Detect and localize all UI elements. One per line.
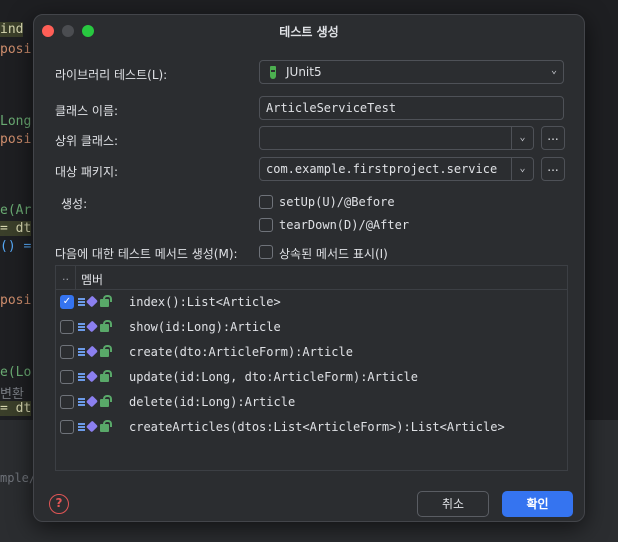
members-table: .. 멤버 ✓ index():List<Article> show(id:Lo… [55, 265, 568, 471]
code-fragment: () = [0, 239, 32, 254]
junit-icon [270, 66, 276, 79]
code-fragment: posi [0, 132, 32, 147]
method-lines-icon [78, 348, 85, 356]
method-signature: update(id:Long, dto:ArticleForm):Article [129, 370, 418, 384]
method-signature: create(dto:ArticleForm):Article [129, 345, 353, 359]
row-checkbox[interactable] [60, 320, 74, 334]
superclass-browse-button[interactable]: ... [541, 126, 565, 150]
package-value: com.example.firstproject.service [266, 162, 498, 176]
class-name-value: ArticleServiceTest [266, 101, 397, 115]
table-row[interactable]: create(dto:ArticleForm):Article [56, 340, 567, 365]
public-lock-icon [100, 395, 112, 407]
code-fragment: 변환 [0, 387, 24, 402]
code-text: ind [0, 22, 24, 37]
method-lines-icon [78, 323, 85, 331]
public-lock-icon [100, 320, 112, 332]
chevron-down-icon[interactable]: ⌄ [511, 158, 533, 180]
public-lock-icon [100, 295, 112, 307]
code-fragment: Long [0, 114, 32, 129]
cancel-button[interactable]: 취소 [417, 491, 489, 517]
method-lines-icon [78, 298, 85, 306]
teardown-checkbox[interactable] [259, 218, 273, 232]
superclass-label: 상위 클래스: [55, 134, 119, 148]
ok-button[interactable]: 확인 [502, 491, 573, 517]
method-icons [78, 369, 112, 385]
code-fragment: posi [0, 42, 32, 57]
method-lines-icon [78, 398, 85, 406]
methods-label: 다음에 대한 테스트 메서드 생성(M): [55, 247, 238, 261]
code-fragment: posi [0, 293, 32, 308]
library-label: 라이브러리 테스트(L): [55, 68, 168, 82]
row-checkbox[interactable] [60, 395, 74, 409]
method-icons [78, 294, 112, 310]
teardown-label[interactable]: tearDown(D)/@After [279, 218, 409, 232]
table-row[interactable]: createArticles(dtos:List<ArticleForm>):L… [56, 415, 567, 440]
method-cube-icon [86, 420, 98, 433]
package-label: 대상 패키지: [55, 165, 119, 179]
public-lock-icon [100, 420, 112, 432]
method-cube-icon [86, 395, 98, 408]
class-name-label: 클래스 이름: [55, 104, 119, 118]
row-checkbox[interactable] [60, 420, 74, 434]
library-select[interactable]: JUnit5 ⌄ [259, 60, 564, 84]
table-row[interactable]: show(id:Long):Article [56, 315, 567, 340]
public-lock-icon [100, 345, 112, 357]
method-cube-icon [86, 345, 98, 358]
column-divider [75, 266, 76, 290]
setup-checkbox[interactable] [259, 195, 273, 209]
inherited-checkbox[interactable] [259, 245, 273, 259]
column-header-select[interactable]: .. [62, 270, 69, 283]
chevron-down-icon: ⌄ [550, 65, 557, 76]
column-header-member[interactable]: 멤버 [81, 271, 103, 288]
row-checkbox[interactable]: ✓ [60, 295, 74, 309]
inherited-label[interactable]: 상속된 메서드 표시(I) [279, 245, 388, 262]
help-icon[interactable]: ? [49, 494, 69, 514]
chevron-down-icon[interactable]: ⌄ [511, 127, 533, 149]
code-fragment: = dt [0, 401, 32, 416]
public-lock-icon [100, 370, 112, 382]
code-fragment: ind [0, 22, 24, 37]
superclass-combo[interactable]: ⌄ [259, 126, 534, 150]
row-checkbox[interactable] [60, 370, 74, 384]
method-cube-icon [86, 295, 98, 308]
table-row[interactable]: delete(id:Long):Article [56, 390, 567, 415]
title-bar: 테스트 생성 [34, 15, 584, 47]
dialog-title: 테스트 생성 [279, 25, 339, 39]
method-icons [78, 394, 112, 410]
code-text: = dt [0, 401, 32, 416]
library-value: JUnit5 [286, 65, 322, 79]
method-cube-icon [86, 370, 98, 383]
code-fragment: e(Lo [0, 365, 32, 380]
method-signature: show(id:Long):Article [129, 320, 281, 334]
method-signature: index():List<Article> [129, 295, 281, 309]
package-browse-button[interactable]: ... [541, 157, 565, 181]
table-row[interactable]: ✓ index():List<Article> [56, 290, 567, 315]
generate-label: 생성: [61, 197, 88, 211]
code-text: = dt [0, 221, 32, 236]
method-lines-icon [78, 373, 85, 381]
table-row[interactable]: update(id:Long, dto:ArticleForm):Article [56, 365, 567, 390]
method-icons [78, 319, 112, 335]
method-signature: delete(id:Long):Article [129, 395, 296, 409]
package-combo[interactable]: com.example.firstproject.service ⌄ [259, 157, 534, 181]
method-cube-icon [86, 320, 98, 333]
table-header: .. 멤버 [56, 266, 567, 290]
setup-label[interactable]: setUp(U)/@Before [279, 195, 395, 209]
method-icons [78, 419, 112, 435]
row-checkbox[interactable] [60, 345, 74, 359]
code-fragment: e(Ar [0, 203, 32, 218]
method-signature: createArticles(dtos:List<ArticleForm>):L… [129, 420, 505, 434]
method-icons [78, 344, 112, 360]
create-test-dialog: 테스트 생성 라이브러리 테스트(L): JUnit5 ⌄ 클래스 이름: Ar… [33, 14, 585, 522]
code-fragment: = dt [0, 221, 32, 236]
method-lines-icon [78, 423, 85, 431]
class-name-input[interactable]: ArticleServiceTest [259, 96, 564, 120]
